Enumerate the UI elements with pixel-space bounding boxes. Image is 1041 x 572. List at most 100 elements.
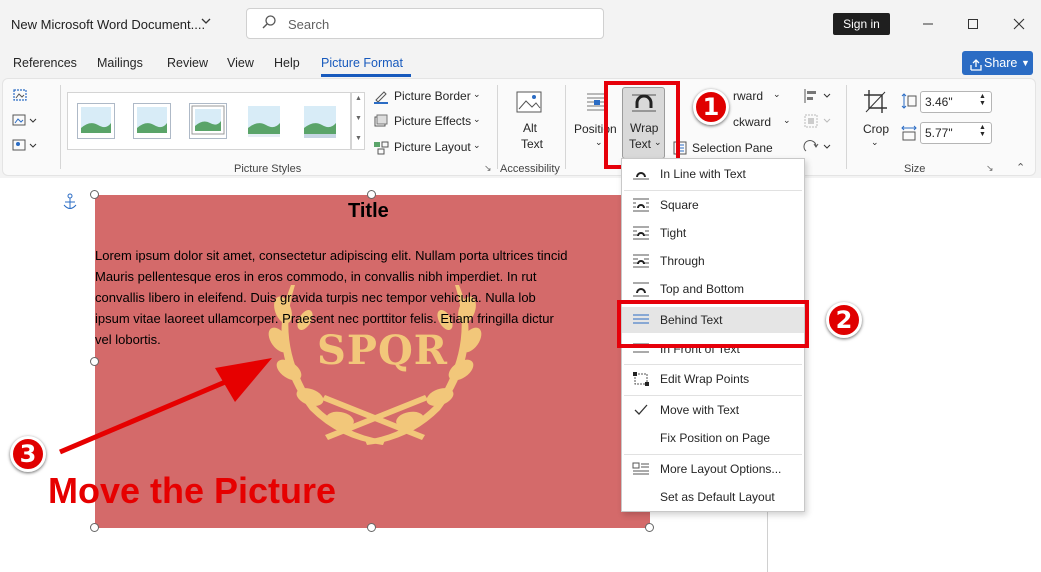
group-objects-icon[interactable]: [803, 113, 831, 129]
menu-separator: [624, 364, 802, 365]
alt-text-label-1[interactable]: Alt: [523, 121, 537, 135]
menu-separator: [624, 395, 802, 396]
resize-handle[interactable]: [90, 190, 99, 199]
dialog-launcher-icon[interactable]: ↘: [986, 163, 994, 174]
menu-item-move-with-text[interactable]: Move with Text: [622, 397, 804, 423]
share-label: Share: [984, 56, 1018, 70]
align-icon[interactable]: [803, 88, 831, 104]
menu-label: Top and Bottom: [660, 282, 745, 296]
menu-label: Fix Position on Page: [660, 431, 771, 445]
position-chevron-icon[interactable]: ⌄: [595, 137, 603, 148]
artistic-effects-icon[interactable]: [12, 137, 37, 153]
tab-picture-format[interactable]: Picture Format: [321, 56, 403, 70]
resize-handle[interactable]: [367, 190, 376, 199]
remove-background-icon[interactable]: [12, 87, 28, 103]
menu-item-edit-wrap-points[interactable]: Edit Wrap Points: [622, 366, 804, 392]
menu-label: Square: [660, 198, 699, 212]
picture-effects-button[interactable]: Picture Effects: [394, 114, 471, 128]
send-backward-button[interactable]: ckward: [733, 115, 771, 129]
resize-handle[interactable]: [645, 523, 654, 532]
menu-label: Set as Default Layout: [660, 490, 775, 504]
width-stepper-icon[interactable]: ▲ ▼: [979, 124, 986, 138]
menu-item-set-default-layout[interactable]: Set as Default Layout: [622, 484, 804, 510]
layout-options-icon: [632, 461, 650, 477]
picture-effects-icon: [373, 113, 389, 129]
menu-item-through[interactable]: Through: [622, 248, 804, 274]
crop-button[interactable]: Crop: [863, 122, 889, 136]
gallery-up-icon[interactable]: ▲: [355, 95, 362, 102]
rotate-icon[interactable]: [803, 139, 831, 155]
tab-review[interactable]: Review: [167, 56, 208, 70]
height-field[interactable]: 3.46" ▲ ▼: [920, 91, 992, 113]
picture-style-4[interactable]: [245, 103, 283, 139]
height-stepper-icon[interactable]: ▲ ▼: [979, 93, 986, 107]
picture-styles-gallery[interactable]: [67, 92, 351, 150]
annotation-caption: Move the Picture: [48, 470, 337, 511]
share-chevron-icon[interactable]: ▼: [1021, 51, 1030, 75]
menu-item-more-layout-options[interactable]: More Layout Options...: [622, 456, 804, 482]
send-backward-chevron-icon[interactable]: ⌄: [783, 115, 791, 126]
picture-layout-button[interactable]: Picture Layout: [394, 140, 471, 154]
bring-forward-button[interactable]: rward: [733, 89, 763, 103]
menu-item-in-line-with-text[interactable]: In Line with Text: [622, 161, 804, 187]
menu-item-square[interactable]: Square: [622, 192, 804, 218]
step-badge-1: 1: [693, 89, 729, 125]
maximize-icon[interactable]: [962, 13, 984, 35]
menu-item-top-and-bottom[interactable]: Top and Bottom: [622, 276, 804, 302]
menu-item-tight[interactable]: Tight: [622, 220, 804, 246]
corrections-icon[interactable]: [12, 112, 37, 128]
dialog-launcher-icon[interactable]: ↘: [484, 163, 492, 174]
picture-style-2[interactable]: [133, 103, 171, 139]
ribbon-panel: ▲ ▼ ▼ Picture Border ⌄ Picture Effects ⌄…: [2, 78, 1036, 176]
width-field[interactable]: 5.77" ▲ ▼: [920, 122, 992, 144]
highlight-behind-text: [617, 300, 809, 348]
menu-item-fix-position[interactable]: Fix Position on Page: [622, 425, 804, 451]
crop-chevron-icon[interactable]: ⌄: [871, 137, 879, 148]
search-icon: [261, 14, 276, 29]
height-value: 3.46": [925, 95, 953, 109]
group-separator: [846, 85, 847, 169]
menu-separator: [624, 454, 802, 455]
gallery-more-icon[interactable]: ▼: [355, 135, 362, 142]
width-value: 5.77": [925, 126, 953, 140]
checkmark-icon: [632, 402, 650, 418]
tab-help[interactable]: Help: [274, 56, 300, 70]
search-placeholder: Search: [288, 17, 330, 32]
step-badge-3: 3: [10, 436, 46, 472]
alt-text-label-2[interactable]: Text: [521, 137, 543, 151]
close-icon[interactable]: [1008, 13, 1030, 35]
picture-border-button[interactable]: Picture Border: [394, 89, 471, 103]
resize-handle[interactable]: [367, 523, 376, 532]
picture-style-5[interactable]: [301, 103, 339, 139]
selection-pane-button[interactable]: Selection Pane: [692, 141, 773, 155]
document-heading: Title: [348, 200, 389, 222]
picture-styles-group-label: Picture Styles: [234, 163, 302, 175]
gallery-down-icon[interactable]: ▼: [355, 115, 362, 122]
picture-effects-chevron-icon[interactable]: ⌄: [473, 114, 481, 125]
edit-wrap-points-icon: [632, 371, 650, 387]
tab-mailings[interactable]: Mailings: [97, 56, 143, 70]
resize-handle[interactable]: [90, 523, 99, 532]
picture-layout-icon: [373, 139, 389, 155]
tab-references[interactable]: References: [13, 56, 77, 70]
body-line: convallis libero in eleifend. Duis gravi…: [95, 290, 536, 305]
collapse-ribbon-icon[interactable]: ⌃: [1016, 161, 1025, 174]
document-title[interactable]: New Microsoft Word Document....: [11, 17, 205, 32]
highlight-wrap-text: [604, 81, 680, 169]
picture-layout-chevron-icon[interactable]: ⌄: [473, 140, 481, 151]
search-input[interactable]: Search: [246, 8, 604, 39]
minimize-icon[interactable]: [917, 13, 939, 35]
chevron-down-icon[interactable]: [200, 15, 212, 30]
share-button[interactable]: Share ▼: [962, 51, 1033, 75]
picture-border-chevron-icon[interactable]: ⌄: [473, 89, 481, 100]
size-group-label: Size: [904, 163, 926, 175]
active-tab-indicator: [321, 74, 411, 77]
gallery-scroll[interactable]: ▲ ▼ ▼: [351, 92, 365, 150]
ribbon-tabs: References Mailings Review View Help Pic…: [0, 48, 1041, 78]
bring-forward-chevron-icon[interactable]: ⌄: [773, 89, 781, 100]
picture-style-1[interactable]: [77, 103, 115, 139]
tab-view[interactable]: View: [227, 56, 254, 70]
picture-style-3[interactable]: [189, 103, 227, 139]
width-icon: [901, 125, 917, 141]
sign-in-button[interactable]: Sign in: [833, 13, 890, 35]
